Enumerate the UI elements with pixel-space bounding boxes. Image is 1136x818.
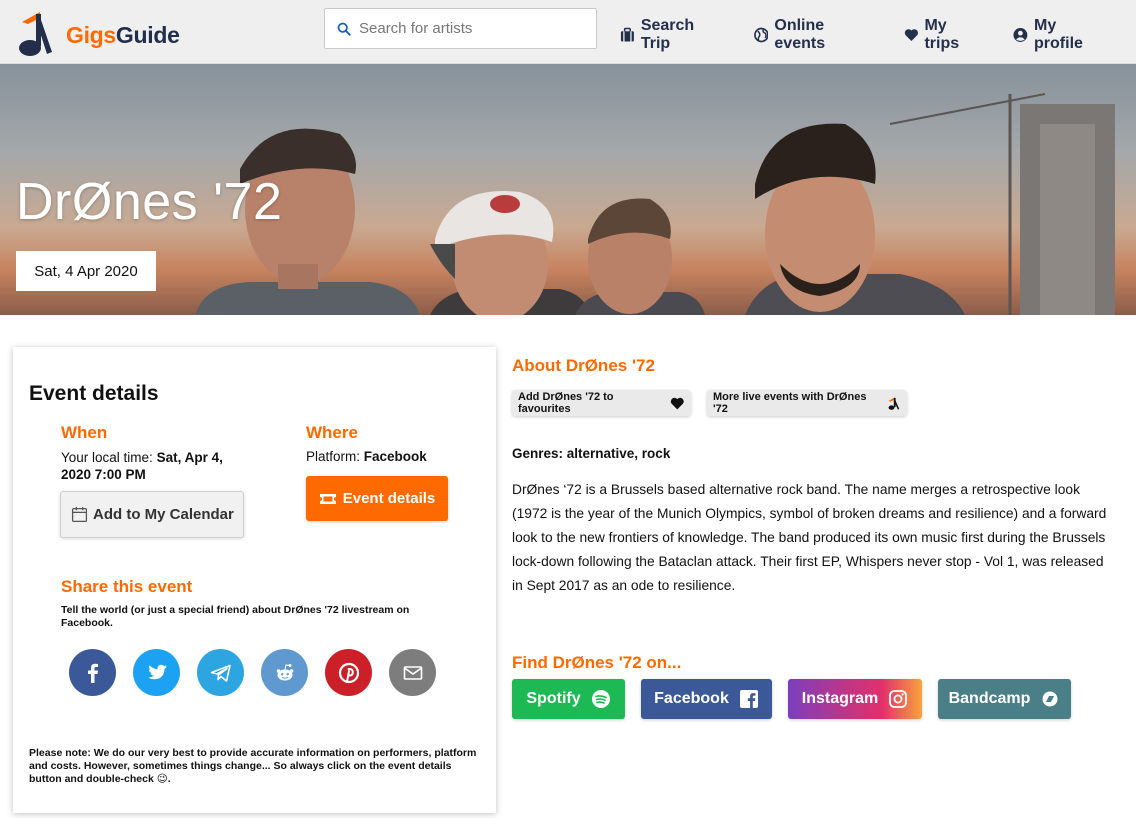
- favourites-chip-label: Add DrØnes '72 to favourites: [518, 391, 614, 415]
- more-live-events-button[interactable]: More live events with DrØnes '72: [707, 390, 907, 416]
- envelope-icon: [403, 665, 422, 680]
- event-details-card: Event details When Your local time: Sat,…: [13, 347, 496, 813]
- top-navbar: GigsGuide Search Trip Online events: [0, 0, 1136, 64]
- nav-label: Search Trip: [640, 17, 695, 52]
- bandcamp-link-button[interactable]: Bandcamp: [938, 679, 1071, 719]
- email-share-button[interactable]: [389, 649, 436, 696]
- ticket-icon: [319, 493, 336, 504]
- search-icon: [337, 22, 351, 36]
- genres: Genres: alternative, rock: [512, 446, 671, 461]
- reddit-icon: [276, 663, 293, 680]
- brand-name: GigsGuide: [66, 21, 180, 48]
- nav-my-trips[interactable]: My trips: [904, 17, 982, 53]
- instagram-label: Instagram: [801, 690, 879, 707]
- platform-label: Platform:: [306, 449, 364, 464]
- add-to-calendar-button[interactable]: Add to My Calendar: [60, 491, 244, 538]
- nav-online-events[interactable]: Online events: [753, 17, 872, 53]
- instagram-icon: [889, 690, 908, 708]
- platform-value: Facebook: [363, 449, 427, 464]
- nav-label: My trips: [924, 17, 960, 52]
- platform-info: Platform: Facebook: [306, 449, 427, 464]
- artist-search-box[interactable]: [324, 8, 597, 49]
- heart-icon: [671, 397, 685, 409]
- bandcamp-label: Bandcamp: [948, 690, 1031, 707]
- facebook-square-icon: [739, 690, 758, 708]
- spotify-link-button[interactable]: Spotify: [512, 679, 625, 719]
- share-buttons: [69, 649, 453, 696]
- share-heading: Share this event: [61, 577, 193, 596]
- disclaimer-note: Please note: We do our very best to prov…: [29, 747, 477, 785]
- add-to-favourites-button[interactable]: Add DrØnes '72 to favourites: [512, 390, 691, 416]
- calendar-icon: [71, 507, 88, 523]
- instagram-link-button[interactable]: Instagram: [788, 679, 922, 719]
- twitter-icon: [147, 664, 167, 679]
- nav-label: Online events: [774, 17, 826, 52]
- bandcamp-icon: [1042, 691, 1058, 707]
- find-artist-heading: Find DrØnes '72 on...: [512, 653, 682, 672]
- heart-icon: [904, 29, 918, 42]
- nav-label: My profile: [1034, 17, 1083, 52]
- facebook-label: Facebook: [654, 690, 729, 707]
- more-events-chip-label: More live events with DrØnes '72: [713, 391, 867, 415]
- telegram-share-button[interactable]: [197, 649, 244, 696]
- main-nav: Search Trip Online events My trips My pr…: [620, 17, 1136, 53]
- spotify-icon: [591, 690, 610, 708]
- twitter-share-button[interactable]: [133, 649, 180, 696]
- share-description: Tell the world (or just a special friend…: [61, 604, 410, 629]
- event-title: DrØnes '72: [16, 173, 283, 231]
- about-heading: About DrØnes '72: [512, 356, 655, 375]
- nav-search-trip[interactable]: Search Trip: [620, 17, 722, 53]
- reddit-share-button[interactable]: [261, 649, 308, 696]
- telegram-icon: [210, 664, 231, 682]
- local-time-label: Your local time:: [61, 450, 157, 465]
- music-note-icon: [888, 396, 900, 410]
- user-circle-icon: [1013, 28, 1028, 42]
- pinterest-share-button[interactable]: [325, 649, 372, 696]
- nav-my-profile[interactable]: My profile: [1013, 17, 1104, 53]
- event-details-button-label: Event details: [342, 490, 436, 507]
- facebook-share-button[interactable]: [69, 649, 116, 696]
- hero-banner: DrØnes '72 Sat, 4 Apr 2020: [0, 64, 1136, 315]
- facebook-link-button[interactable]: Facebook: [641, 679, 772, 719]
- facebook-icon: [87, 663, 98, 683]
- calendar-button-label: Add to My Calendar: [93, 506, 234, 523]
- globe-icon: [753, 27, 769, 43]
- search-input[interactable]: [359, 20, 579, 37]
- local-time: Your local time: Sat, Apr 4, 2020 7:00 P…: [61, 449, 251, 483]
- music-note-logo-icon: [19, 12, 52, 56]
- event-date-badge: Sat, 4 Apr 2020: [16, 251, 156, 291]
- spotify-label: Spotify: [526, 690, 581, 707]
- gigsguide-logo[interactable]: GigsGuide: [14, 8, 180, 58]
- artist-bio: DrØnes ‘72 is a Brussels based alternati…: [512, 482, 1107, 593]
- when-heading: When: [61, 423, 108, 442]
- suitcase-icon: [620, 27, 634, 42]
- pinterest-icon: [338, 662, 359, 683]
- event-details-button[interactable]: Event details: [306, 476, 448, 521]
- where-heading: Where: [306, 423, 358, 442]
- event-details-heading: Event details: [29, 382, 159, 405]
